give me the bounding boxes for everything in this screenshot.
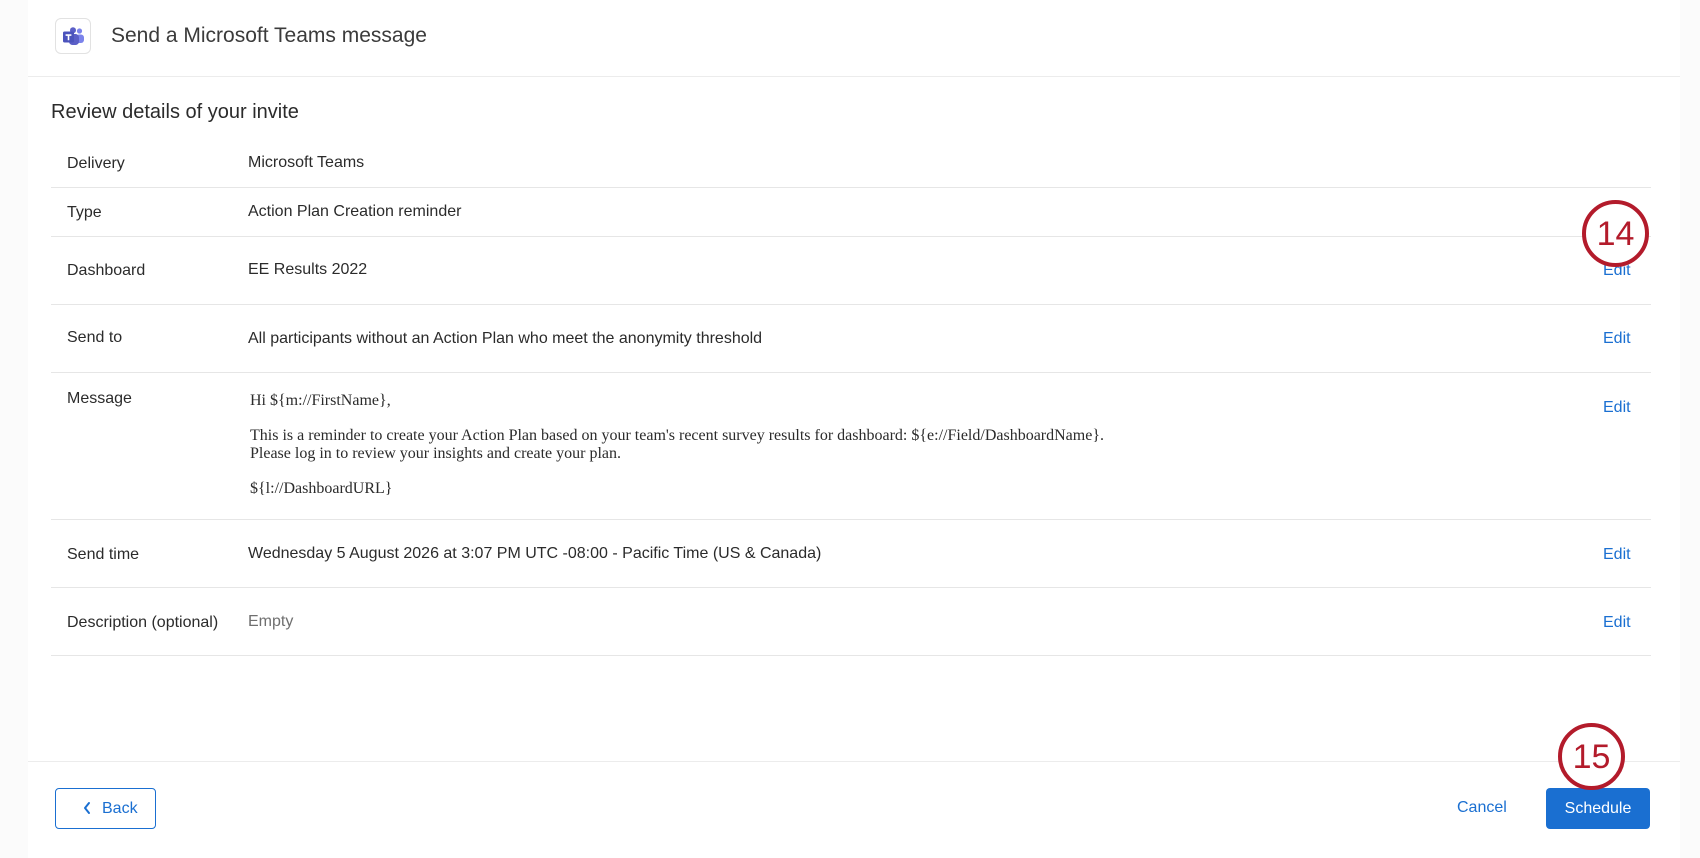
edit-message-link[interactable]: Edit	[1603, 399, 1631, 417]
review-row-send-time: Send time Wednesday 5 August 2026 at 3:0…	[51, 520, 1651, 588]
row-label: Type	[67, 204, 102, 221]
row-value: Wednesday 5 August 2026 at 3:07 PM UTC -…	[248, 545, 822, 562]
message-greeting: Hi ${m://FirstName},	[250, 392, 391, 409]
row-label: Description (optional)	[67, 614, 219, 631]
message-line: Please log in to review your insights an…	[250, 445, 622, 462]
row-label: Send time	[67, 546, 140, 563]
row-label: Message	[67, 390, 132, 407]
message-link-placeholder: ${l://DashboardURL}	[250, 480, 393, 497]
step-callout-schedule: 15	[1558, 723, 1625, 790]
row-value: All participants without an Action Plan …	[248, 330, 763, 347]
row-value: Empty	[248, 613, 294, 630]
edit-description-link[interactable]: Edit	[1603, 614, 1631, 632]
row-label: Send to	[67, 329, 123, 346]
row-value: Microsoft Teams	[248, 154, 365, 171]
microsoft-teams-icon	[55, 18, 91, 54]
review-section-title: Review details of your invite	[51, 101, 299, 123]
cancel-button[interactable]: Cancel	[1457, 799, 1507, 817]
row-label: Delivery	[67, 155, 125, 172]
edit-send-to-link[interactable]: Edit	[1603, 330, 1631, 348]
review-row-description: Description (optional) Empty Edit	[51, 588, 1651, 656]
review-row-message: Message Hi ${m://FirstName}, This is a r…	[51, 373, 1651, 520]
footer-divider	[28, 761, 1680, 762]
review-row-send-to: Send to All participants without an Acti…	[51, 305, 1651, 373]
review-row-dashboard: Dashboard EE Results 2022 Edit	[51, 237, 1651, 305]
row-value: Action Plan Creation reminder	[248, 203, 462, 220]
review-row-type: Type Action Plan Creation reminder	[51, 188, 1651, 237]
review-row-delivery: Delivery Microsoft Teams	[51, 140, 1651, 188]
schedule-button[interactable]: Schedule	[1546, 788, 1650, 829]
step-callout-edit: 14	[1582, 200, 1649, 267]
chevron-left-icon	[82, 801, 92, 820]
back-button[interactable]: Back	[55, 788, 156, 829]
row-value: EE Results 2022	[248, 261, 368, 278]
message-preview: Hi ${m://FirstName}, This is a reminder …	[250, 392, 1104, 498]
row-label: Dashboard	[67, 262, 146, 279]
edit-send-time-link[interactable]: Edit	[1603, 546, 1631, 564]
back-button-label: Back	[102, 800, 138, 817]
message-line: This is a reminder to create your Action…	[250, 427, 1105, 444]
dialog-header: Send a Microsoft Teams message	[28, 0, 1680, 77]
dialog-title: Send a Microsoft Teams message	[111, 24, 427, 47]
